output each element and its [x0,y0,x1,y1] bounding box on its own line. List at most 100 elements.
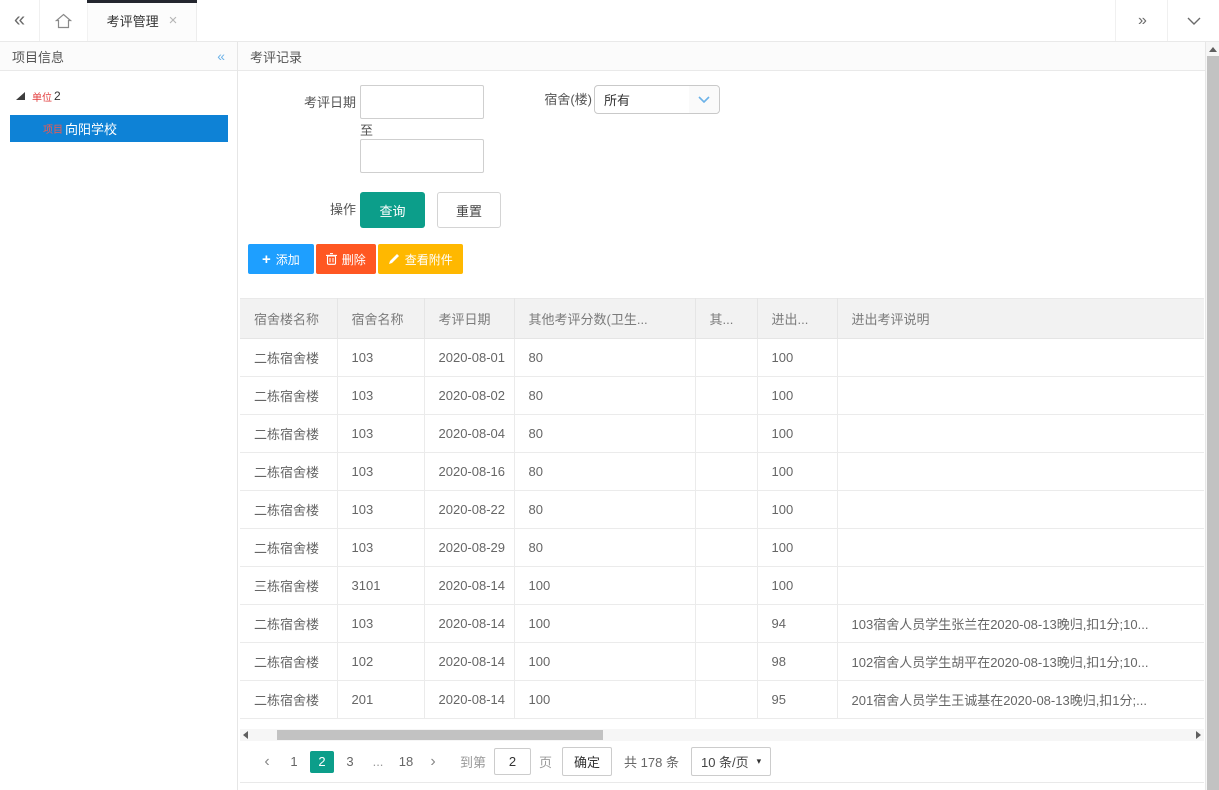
table-cell: 100 [757,529,837,567]
date-to-input[interactable] [360,139,484,173]
page-button-3[interactable]: 3 [338,751,362,773]
delete-button[interactable]: 删除 [316,244,376,274]
table-row[interactable]: 二栋宿舍楼1032020-08-0180100 [240,339,1204,377]
column-header: 进出考评说明 [837,299,1204,339]
prev-page-icon[interactable]: ‹ [254,753,280,771]
search-button[interactable]: 查询 [360,192,425,228]
trash-icon [326,253,337,265]
node-type-tag: 项目 [43,121,63,136]
pencil-icon [388,253,400,265]
tab-kaoping-guanli[interactable]: 考评管理 × [87,0,197,41]
collapse-menu-button[interactable]: « [0,0,40,41]
table-cell: 95 [757,681,837,719]
expand-node-icon[interactable] [16,92,25,100]
table-row[interactable]: 二栋宿舍楼1032020-08-2280100 [240,491,1204,529]
table-cell: 100 [757,377,837,415]
page-button-18[interactable]: 18 [394,751,418,773]
next-page-icon[interactable]: › [420,753,446,771]
table-cell: 103宿舍人员学生张兰在2020-08-13晚归,扣1分;10... [837,605,1204,643]
table-cell: 100 [514,681,695,719]
tree-node-school-selected[interactable]: 项目 向阳学校 [10,115,228,142]
dorm-select[interactable]: 所有 [594,85,720,114]
table-cell: 103 [337,491,424,529]
column-header: 其他考评分数(卫生... [514,299,695,339]
dorm-label: 宿舍(楼) [518,85,592,115]
table-row[interactable]: 二栋宿舍楼2012020-08-1410095201宿舍人员学生王诚基在2020… [240,681,1204,719]
horizontal-scrollbar-thumb[interactable] [277,730,603,740]
main-panel-header: 考评记录 [238,42,1205,71]
column-header: 宿舍楼名称 [240,299,337,339]
table-cell: 94 [757,605,837,643]
goto-page-input[interactable] [494,748,531,775]
table-cell: 3101 [337,567,424,605]
table-cell: 80 [514,491,695,529]
table-cell: 100 [757,453,837,491]
attachment-button-label: 查看附件 [405,251,453,268]
plus-icon: + [262,251,271,268]
node-label: 向阳学校 [65,119,117,138]
table-cell [695,605,757,643]
scroll-up-icon[interactable] [1209,47,1217,52]
chevron-down-icon [1187,17,1201,25]
main-panel: 考评记录 考评日期 至 宿舍(楼) 所有 操作 查询 重置 [238,42,1205,790]
horizontal-scrollbar[interactable] [240,729,1204,741]
next-tabs-button[interactable]: » [1115,0,1167,41]
home-tab-button[interactable] [40,0,87,41]
table-row[interactable]: 二栋宿舍楼1032020-08-2980100 [240,529,1204,567]
node-type-tag: 单位 [32,89,52,104]
table-cell: 80 [514,377,695,415]
table-cell: 80 [514,529,695,567]
vertical-scrollbar[interactable] [1205,42,1219,790]
reset-button[interactable]: 重置 [437,192,501,228]
table-cell: 100 [514,567,695,605]
page-button-1[interactable]: 1 [282,751,306,773]
tabbar-right-controls: » [1115,0,1219,41]
vertical-scrollbar-thumb[interactable] [1207,56,1219,790]
home-icon [55,13,72,29]
table-row[interactable]: 二栋宿舍楼1032020-08-1410094103宿舍人员学生张兰在2020-… [240,605,1204,643]
scroll-right-icon[interactable] [1196,731,1201,739]
table-cell: 100 [757,415,837,453]
view-attachment-button[interactable]: 查看附件 [378,244,463,274]
table-row[interactable]: 二栋宿舍楼1032020-08-1680100 [240,453,1204,491]
table-cell [837,339,1204,377]
page-button-2[interactable]: 2 [310,751,334,773]
total-count-label: 共 178 条 [624,752,679,771]
table-cell: 103 [337,339,424,377]
confirm-page-button[interactable]: 确定 [562,747,612,776]
table-row[interactable]: 三栋宿舍楼31012020-08-14100100 [240,567,1204,605]
collapse-sidebar-icon[interactable]: « [217,48,225,64]
table-row[interactable]: 二栋宿舍楼1032020-08-0280100 [240,377,1204,415]
date-from-input[interactable] [360,85,484,119]
close-tab-icon[interactable]: × [169,13,178,28]
table-cell: 80 [514,453,695,491]
records-table: 宿舍楼名称宿舍名称考评日期其他考评分数(卫生...其...进出...进出考评说明… [240,298,1204,719]
table-cell [695,415,757,453]
page-ellipsis: ... [366,751,390,773]
tab-list-button[interactable] [1167,0,1219,41]
table-cell: 2020-08-01 [424,339,514,377]
page-title: 考评记录 [250,47,302,66]
double-chevron-right-icon: » [1138,12,1145,30]
date-to-label: 至 [360,123,373,138]
table-cell: 二栋宿舍楼 [240,681,337,719]
table-cell: 103 [337,605,424,643]
table-row[interactable]: 二栋宿舍楼1032020-08-0480100 [240,415,1204,453]
table-cell: 2020-08-14 [424,605,514,643]
scroll-left-icon[interactable] [243,731,248,739]
table-cell: 2020-08-14 [424,567,514,605]
add-button[interactable]: + 添加 [248,244,314,274]
table-row[interactable]: 二栋宿舍楼1022020-08-1410098102宿舍人员学生胡平在2020-… [240,643,1204,681]
tree-node-unit[interactable]: 单位 2 [0,86,237,106]
page-size-value: 10 条/页 [701,752,749,771]
table-cell: 2020-08-14 [424,643,514,681]
table-cell [695,377,757,415]
table-cell: 80 [514,415,695,453]
table-cell [837,377,1204,415]
tab-label: 考评管理 [107,11,159,30]
goto-page-label: 到第 [460,752,486,771]
table-cell [837,453,1204,491]
caret-down-icon: ▾ [757,756,762,767]
page-size-select[interactable]: 10 条/页 ▾ [691,747,771,776]
table-cell: 三栋宿舍楼 [240,567,337,605]
